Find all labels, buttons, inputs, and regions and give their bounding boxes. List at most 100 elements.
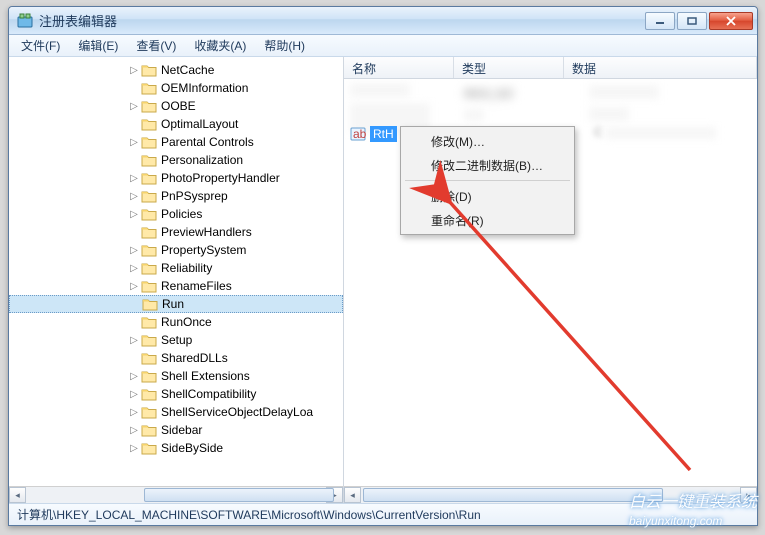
- tree-node-oobe[interactable]: ▷OOBE: [9, 97, 343, 115]
- expand-icon[interactable]: ▷: [127, 443, 141, 454]
- expand-icon[interactable]: ▷: [127, 101, 141, 112]
- tree-hscroll[interactable]: ◂ ▸: [9, 486, 343, 503]
- tree-node-previewhandlers[interactable]: · PreviewHandlers: [9, 223, 343, 241]
- expand-icon[interactable]: ▷: [127, 371, 141, 382]
- scroll-left-icon[interactable]: ◂: [9, 487, 26, 503]
- tree-node-policies[interactable]: ▷ Policies: [9, 205, 343, 223]
- tree-node-parental-controls[interactable]: ▷ Parental Controls: [9, 133, 343, 151]
- tree-label: Run: [162, 297, 184, 311]
- tree-node-setup[interactable]: ▷ Setup: [9, 331, 343, 349]
- tree-node-renamefiles[interactable]: ▷ RenameFiles: [9, 277, 343, 295]
- client-area: ▷ NetCache ·OEMInformation▷OOBE·OptimalLay…: [9, 57, 757, 503]
- value-row-selected[interactable]: ab RtH: [344, 125, 397, 143]
- blurred-value: [350, 83, 410, 97]
- regedit-icon: [17, 13, 33, 29]
- ctx-modify[interactable]: 修改(M)…: [403, 129, 572, 153]
- expand-icon[interactable]: ▷: [127, 389, 141, 400]
- context-menu: 修改(M)… 修改二进制数据(B)… 删除(D) 重命名(R): [400, 126, 575, 235]
- expand-icon[interactable]: ▷: [127, 425, 141, 436]
- tree-node-personalization[interactable]: · Personalization: [9, 151, 343, 169]
- expand-icon[interactable]: ▷: [127, 407, 141, 418]
- tree-label: Parental Controls: [161, 135, 254, 149]
- expand-icon[interactable]: ·: [127, 83, 141, 94]
- expand-icon[interactable]: ·: [127, 317, 141, 328]
- svg-text:ab: ab: [353, 127, 366, 141]
- tree-label: NetCache: [161, 63, 214, 77]
- maximize-button[interactable]: [677, 12, 707, 30]
- tree-node-reliability[interactable]: ▷Reliability: [9, 259, 343, 277]
- ctx-separator: [405, 180, 570, 181]
- scroll-left-icon[interactable]: ◂: [344, 487, 361, 503]
- expand-icon[interactable]: ▷: [127, 65, 141, 76]
- col-type[interactable]: 类型: [454, 57, 564, 78]
- tree-node-shell-extensions[interactable]: ▷ Shell Extensions: [9, 367, 343, 385]
- regedit-window: 注册表编辑器 文件(F) 编辑(E) 查看(V) 收藏夹(A) 帮助(H) ▷ N…: [8, 6, 758, 526]
- scroll-thumb[interactable]: [144, 488, 334, 502]
- tree-node-sidebyside[interactable]: ▷ SideBySide: [9, 439, 343, 457]
- ctx-delete[interactable]: 删除(D): [403, 184, 572, 208]
- expand-icon[interactable]: ▷: [127, 281, 141, 292]
- tree-content[interactable]: ▷ NetCache ·OEMInformation▷OOBE·OptimalLay…: [9, 57, 343, 486]
- tree-node-oeminformation[interactable]: ·OEMInformation: [9, 79, 343, 97]
- expand-icon[interactable]: ▷: [127, 335, 141, 346]
- menu-view[interactable]: 查看(V): [128, 35, 184, 56]
- tree-label: PnPSysprep: [161, 189, 228, 203]
- expand-icon[interactable]: ▷: [127, 191, 141, 202]
- string-value-icon: ab: [350, 126, 366, 142]
- expand-icon[interactable]: ▷: [127, 209, 141, 220]
- tree-node-runonce[interactable]: ·RunOnce: [9, 313, 343, 331]
- watermark: 白云一键重装系统 baiyunxitong.com: [629, 488, 757, 529]
- tree-label: RenameFiles: [161, 279, 232, 293]
- menubar: 文件(F) 编辑(E) 查看(V) 收藏夹(A) 帮助(H): [9, 35, 757, 57]
- expand-icon[interactable]: ▷: [127, 137, 141, 148]
- tree-node-run[interactable]: · Run: [9, 295, 343, 313]
- ctx-modify-binary[interactable]: 修改二进制数据(B)…: [403, 153, 572, 177]
- expand-icon[interactable]: ·: [127, 155, 141, 166]
- blurred-type: [464, 109, 484, 121]
- blurred-data: [589, 107, 629, 121]
- menu-edit[interactable]: 编辑(E): [70, 35, 126, 56]
- expand-icon[interactable]: ▷: [127, 245, 141, 256]
- expand-icon[interactable]: ▷: [127, 173, 141, 184]
- minimize-button[interactable]: [645, 12, 675, 30]
- expand-icon[interactable]: ·: [128, 299, 142, 310]
- tree-node-netcache[interactable]: ▷ NetCache: [9, 61, 343, 79]
- window-title: 注册表编辑器: [39, 11, 645, 30]
- tree-node-shareddlls[interactable]: · SharedDLLs: [9, 349, 343, 367]
- menu-fav[interactable]: 收藏夹(A): [186, 35, 254, 56]
- tree-node-optimallayout[interactable]: ·OptimalLayout: [9, 115, 343, 133]
- tree-label: PhotoPropertyHandler: [161, 171, 280, 185]
- menu-help[interactable]: 帮助(H): [256, 35, 313, 56]
- ctx-rename[interactable]: 重命名(R): [403, 208, 572, 232]
- tree-label: PropertySystem: [161, 243, 246, 257]
- tree-pane: ▷ NetCache ·OEMInformation▷OOBE·OptimalLay…: [9, 57, 344, 503]
- status-path: 计算机\HKEY_LOCAL_MACHINE\SOFTWARE\Microsof…: [17, 506, 481, 523]
- col-name[interactable]: 名称: [344, 57, 454, 78]
- expand-icon[interactable]: ▷: [127, 263, 141, 274]
- tree-label: SideBySide: [161, 441, 223, 455]
- tree-label: PreviewHandlers: [161, 225, 252, 239]
- tree-node-shellserviceobjectdelayloa[interactable]: ▷ ShellServiceObjectDelayLoa: [9, 403, 343, 421]
- tree-label: Shell Extensions: [161, 369, 250, 383]
- close-button[interactable]: [709, 12, 753, 30]
- col-data[interactable]: 数据: [564, 57, 757, 78]
- tree-node-photopropertyhandler[interactable]: ▷ PhotoPropertyHandler: [9, 169, 343, 187]
- tree-node-shellcompatibility[interactable]: ▷ShellCompatibility: [9, 385, 343, 403]
- titlebar[interactable]: 注册表编辑器: [9, 7, 757, 35]
- expand-icon[interactable]: ·: [127, 119, 141, 130]
- expand-icon[interactable]: ·: [127, 227, 141, 238]
- tree-node-pnpsysprep[interactable]: ▷ PnPSysprep: [9, 187, 343, 205]
- column-headers[interactable]: 名称 类型 数据: [344, 57, 757, 79]
- tree-label: Setup: [161, 333, 192, 347]
- tree-node-sidebar[interactable]: ▷Sidebar: [9, 421, 343, 439]
- window-buttons: [645, 12, 753, 30]
- tree-node-propertysystem[interactable]: ▷ PropertySystem: [9, 241, 343, 259]
- menu-file[interactable]: 文件(F): [13, 35, 68, 56]
- tree-label: Policies: [161, 207, 202, 221]
- tree-label: SharedDLLs: [161, 351, 228, 365]
- tree-label: ShellServiceObjectDelayLoa: [161, 405, 313, 419]
- value-name: RtH: [370, 126, 397, 142]
- expand-icon[interactable]: ·: [127, 353, 141, 364]
- scroll-thumb[interactable]: [363, 488, 663, 502]
- tree-label: Personalization: [161, 153, 243, 167]
